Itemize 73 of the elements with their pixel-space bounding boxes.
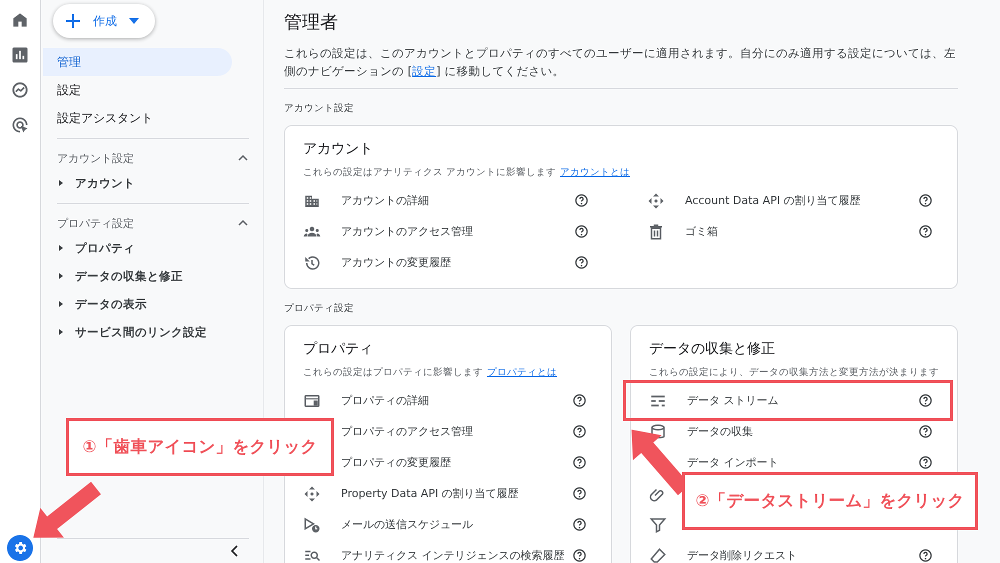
nav-item[interactable]: 設定 (43, 76, 232, 104)
help-icon (572, 486, 587, 501)
card-description: これらの設定により、データの収集方法と変更方法が決まります (649, 366, 939, 379)
nav-group[interactable]: プロパティ (75, 240, 135, 256)
nav-group[interactable]: アカウント (75, 176, 135, 190)
settings-link[interactable]: Property Data API の割り当て履歴 (341, 486, 572, 501)
nav-group[interactable]: データの表示 (75, 296, 147, 312)
help-icon (572, 455, 587, 470)
help-icon (918, 393, 933, 408)
help-link[interactable]: プロパティとは (487, 367, 557, 378)
help-link[interactable]: アカウントとは (560, 167, 630, 178)
section-label: プロパティ設定 (284, 302, 355, 315)
help-icon (574, 224, 589, 239)
trash-icon (647, 222, 665, 240)
callout-label: ②「データストリーム」をクリック (682, 472, 978, 530)
card-description: これらの設定はアナリティクス アカウントに影響します アカウントとは (303, 166, 632, 179)
arrows-icon (647, 192, 665, 210)
help-icon (572, 517, 587, 532)
page-description: これらの設定は、このアカウントとプロパティのすべてのユーザーに適用されます。自分にのみ適用する設定については、左側のナビゲーションの [設定] に移動してください。 (284, 44, 958, 89)
funnel-icon (649, 516, 667, 534)
arrows-icon (303, 484, 321, 502)
card-title: データの収集と修正 (649, 340, 776, 358)
nav-item[interactable]: 設定アシスタント (43, 104, 232, 132)
settings-link[interactable]: アカウントのアクセス管理 (341, 224, 574, 239)
settings-link[interactable]: Account Data API の割り当て履歴 (685, 193, 918, 208)
section-header: プロパティ設定 (57, 216, 134, 230)
nav-group[interactable]: サービス間のリンク設定 (75, 324, 207, 340)
bar-chart-icon (10, 45, 30, 65)
cursor-target-icon (10, 115, 30, 135)
card-description: これらの設定はプロパティに影響します プロパティとは (303, 366, 558, 379)
settings-link[interactable]: ゴミ箱 (685, 224, 918, 239)
settings-link[interactable]: データの収集 (687, 424, 918, 439)
section-label: アカウント設定 (284, 102, 355, 115)
nav-item[interactable]: 管理 (43, 48, 232, 76)
nav-group[interactable]: データの収集と修正 (75, 268, 183, 284)
gear-icon (12, 540, 28, 556)
card-title: プロパティ (303, 340, 374, 358)
help-icon (918, 224, 933, 239)
help-icon (574, 255, 589, 270)
help-icon (572, 548, 587, 563)
help-icon (918, 455, 933, 470)
help-icon (574, 193, 589, 208)
page-title: 管理者 (284, 11, 339, 34)
history-icon (303, 254, 321, 272)
settings-link[interactable]: プロパティの詳細 (341, 393, 572, 408)
settings-link[interactable]: 設定 (412, 64, 436, 78)
settings-link[interactable]: メールの送信スケジュール (341, 517, 572, 532)
callout-label: ①「歯車アイコン」をクリック (66, 418, 334, 476)
help-icon (918, 548, 933, 563)
settings-link[interactable]: プロパティのアクセス管理 (341, 424, 572, 439)
card-title: アカウント (303, 140, 374, 158)
settings-button[interactable] (7, 535, 33, 561)
settings-link[interactable]: アカウントの変更履歴 (341, 255, 574, 270)
settings-link[interactable]: アカウントの詳細 (341, 193, 574, 208)
eraser-icon (649, 546, 667, 563)
create-button[interactable]: 作成 (53, 4, 155, 38)
help-icon (918, 424, 933, 439)
section-header: アカウント設定 (57, 150, 134, 166)
settings-link[interactable]: データ削除リクエスト (687, 548, 918, 563)
help-icon (572, 424, 587, 439)
settings-link[interactable]: データ インポート (687, 455, 918, 470)
plus-icon (65, 13, 81, 29)
database-icon (649, 422, 667, 440)
settings-link[interactable]: プロパティの変更履歴 (341, 455, 572, 470)
settings-link[interactable]: データ ストリーム (687, 393, 918, 408)
trend-circle-icon (10, 80, 30, 100)
settings-link[interactable]: アナリティクス インテリジェンスの検索履歴 (341, 548, 572, 563)
send-clock-icon (303, 516, 321, 534)
caret-icon (129, 18, 139, 24)
collapse-icon[interactable] (229, 545, 239, 557)
help-icon (918, 193, 933, 208)
help-icon (572, 393, 587, 408)
pointer-arrow (33, 482, 101, 538)
